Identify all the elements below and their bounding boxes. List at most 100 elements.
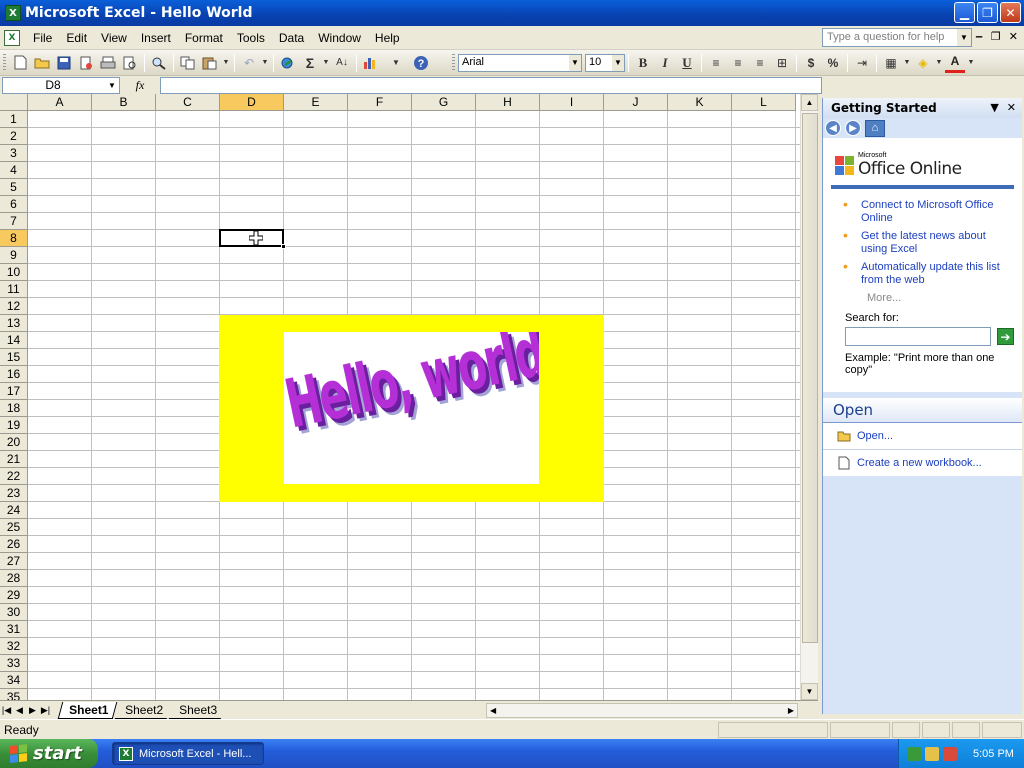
chevron-down-icon[interactable]: ▼	[222, 53, 230, 73]
horizontal-scrollbar[interactable]: ◀ ▶	[486, 703, 798, 718]
wordart-canvas[interactable]: Hello, world!	[284, 332, 539, 484]
menu-data[interactable]: Data	[272, 31, 311, 45]
link-connect-office-online[interactable]: Connect to Microsoft Office Online	[843, 198, 1008, 225]
chevron-down-icon[interactable]: ▼	[322, 53, 330, 73]
chevron-down-icon[interactable]: ▼	[612, 54, 624, 71]
insert-function-button[interactable]: fx	[120, 78, 160, 93]
row-header-35[interactable]: 35	[0, 689, 28, 700]
scroll-down-icon[interactable]: ▼	[801, 683, 818, 700]
chevron-down-icon[interactable]: ▼	[105, 78, 119, 93]
toolbar-grip[interactable]	[3, 53, 6, 72]
currency-button[interactable]: $	[801, 53, 821, 73]
research-icon[interactable]	[149, 53, 169, 73]
row-header-2[interactable]: 2	[0, 128, 28, 145]
link-auto-update[interactable]: Automatically update this list from the …	[843, 260, 1008, 287]
toolbar-grip[interactable]	[452, 53, 455, 72]
row-header-3[interactable]: 3	[0, 145, 28, 162]
close-button[interactable]: ✕	[1000, 2, 1021, 23]
scroll-up-icon[interactable]: ▲	[801, 94, 818, 111]
prev-sheet-icon[interactable]: ◀	[13, 705, 26, 716]
formula-input[interactable]	[160, 76, 822, 94]
restore-button[interactable]: ❐	[977, 2, 998, 23]
doc-minimize-button[interactable]: ‒	[975, 30, 983, 43]
row-header-12[interactable]: 12	[0, 298, 28, 315]
network-icon[interactable]	[907, 746, 921, 761]
zoom-icon[interactable]: ▼	[383, 53, 409, 73]
tab-sheet1[interactable]: Sheet1	[57, 701, 118, 719]
row-header-1[interactable]: 1	[0, 111, 28, 128]
row-header-4[interactable]: 4	[0, 162, 28, 179]
row-header-33[interactable]: 33	[0, 655, 28, 672]
scroll-thumb[interactable]	[802, 113, 818, 643]
doc-close-button[interactable]: ✕	[1009, 30, 1018, 43]
back-icon[interactable]: ◀	[825, 120, 841, 136]
row-header-34[interactable]: 34	[0, 672, 28, 689]
row-header-24[interactable]: 24	[0, 502, 28, 519]
scroll-right-icon[interactable]: ▶	[788, 706, 794, 715]
create-workbook-link[interactable]: Create a new workbook...	[823, 449, 1022, 476]
row-header-22[interactable]: 22	[0, 468, 28, 485]
wordart-text[interactable]: Hello, world!	[284, 332, 539, 443]
first-sheet-icon[interactable]: |◀	[0, 705, 13, 716]
minimize-button[interactable]: ▁	[954, 2, 975, 23]
row-header-17[interactable]: 17	[0, 383, 28, 400]
permission-icon[interactable]	[76, 53, 96, 73]
row-header-28[interactable]: 28	[0, 570, 28, 587]
help-icon[interactable]: ?	[411, 53, 431, 73]
column-header-l[interactable]: L	[732, 94, 796, 111]
chart-wizard-icon[interactable]	[361, 53, 381, 73]
column-header-f[interactable]: F	[348, 94, 412, 111]
more-link[interactable]: More...	[831, 292, 1014, 304]
menu-format[interactable]: Format	[178, 31, 230, 45]
row-header-32[interactable]: 32	[0, 638, 28, 655]
taskbar-excel-button[interactable]: X Microsoft Excel - Hell...	[112, 742, 264, 765]
font-size-select[interactable]: 10 ▼	[585, 53, 625, 72]
undo-icon[interactable]: ↶	[239, 53, 259, 73]
hyperlink-icon[interactable]	[278, 53, 298, 73]
print-preview-icon[interactable]	[120, 53, 140, 73]
column-header-h[interactable]: H	[476, 94, 540, 111]
excel-app-icon[interactable]: X	[5, 5, 21, 21]
row-header-26[interactable]: 26	[0, 536, 28, 553]
column-header-e[interactable]: E	[284, 94, 348, 111]
column-header-d[interactable]: D	[220, 94, 284, 111]
chevron-down-icon[interactable]: ▼	[967, 53, 975, 73]
go-arrow-icon[interactable]: ➔	[996, 328, 1014, 345]
row-header-16[interactable]: 16	[0, 366, 28, 383]
menu-help[interactable]: Help	[368, 31, 407, 45]
messenger-icon[interactable]	[925, 746, 939, 761]
column-header-a[interactable]: A	[28, 94, 92, 111]
save-icon[interactable]	[54, 53, 74, 73]
align-center-icon[interactable]: ≡	[728, 53, 748, 73]
row-header-8[interactable]: 8	[0, 230, 28, 247]
column-header-k[interactable]: K	[668, 94, 732, 111]
row-header-25[interactable]: 25	[0, 519, 28, 536]
row-header-11[interactable]: 11	[0, 281, 28, 298]
search-input[interactable]	[845, 327, 991, 346]
font-color-icon[interactable]: A	[945, 53, 965, 73]
row-header-20[interactable]: 20	[0, 434, 28, 451]
column-header-i[interactable]: I	[540, 94, 604, 111]
row-header-21[interactable]: 21	[0, 451, 28, 468]
chevron-down-icon[interactable]: ▼	[261, 53, 269, 73]
tab-sheet2[interactable]: Sheet2	[115, 701, 172, 719]
percent-button[interactable]: %	[823, 53, 843, 73]
column-header-j[interactable]: J	[604, 94, 668, 111]
paste-icon[interactable]	[200, 53, 220, 73]
menu-tools[interactable]: Tools	[230, 31, 272, 45]
bold-button[interactable]: B	[633, 53, 653, 73]
column-header-g[interactable]: G	[412, 94, 476, 111]
new-icon[interactable]	[10, 53, 30, 73]
fill-handle[interactable]	[281, 244, 286, 249]
chevron-down-icon[interactable]: ▼	[569, 54, 581, 71]
tab-sheet3[interactable]: Sheet3	[169, 701, 226, 719]
copy-icon[interactable]	[178, 53, 198, 73]
wordart-frame[interactable]: Hello, world!	[219, 315, 604, 502]
select-all-corner[interactable]	[0, 94, 28, 111]
chevron-down-icon[interactable]: ▼	[957, 29, 971, 46]
row-header-19[interactable]: 19	[0, 417, 28, 434]
document-icon[interactable]: X	[4, 29, 20, 46]
row-header-29[interactable]: 29	[0, 587, 28, 604]
clock[interactable]: 5:05 PM	[973, 748, 1014, 760]
sort-ascending-icon[interactable]: A↓	[332, 53, 352, 73]
